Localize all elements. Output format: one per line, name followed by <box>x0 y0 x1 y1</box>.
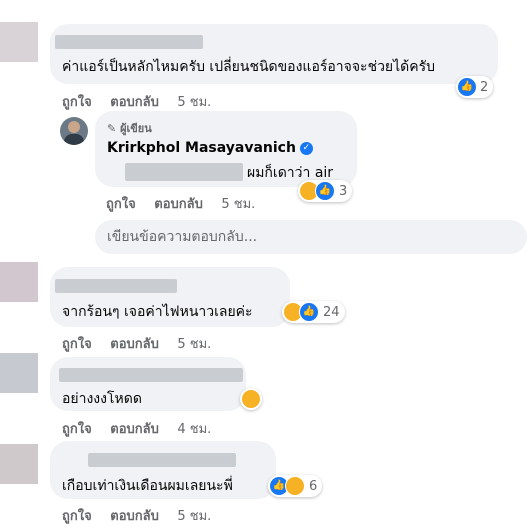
reply-button[interactable]: ตอบกลับ <box>110 95 159 110</box>
reaction-summary[interactable]: 👍 2 <box>456 76 494 98</box>
author-badge: ✎ ผู้เขียน <box>107 122 152 135</box>
commenter-name[interactable] <box>88 453 236 467</box>
reply-actions: ถูกใจ ตอบกลับ 5 ชม. <box>106 193 269 214</box>
reaction-summary[interactable]: 👍 24 <box>282 301 345 323</box>
mention-tag[interactable] <box>125 163 243 181</box>
timestamp[interactable]: 5 ชม. <box>177 337 211 352</box>
reply-button[interactable]: ตอบกลับ <box>154 197 203 212</box>
comment-text: เกือบเท่าเงินเดือนผมเลยนะพี่ <box>62 478 233 494</box>
commenter-name[interactable] <box>59 368 243 382</box>
commenter-name[interactable] <box>55 35 203 49</box>
author-name[interactable]: Krirkphol Masayavanich ✓ <box>107 140 313 156</box>
comment-actions: ถูกใจ ตอบกลับ 5 ชม. <box>62 333 225 354</box>
reply-button[interactable]: ตอบกลับ <box>110 509 159 524</box>
reply-input[interactable]: เขียนข้อความตอบกลับ... <box>95 220 527 254</box>
comment-text: ค่าแอร์เป็นหลักไหมครับ เปลี่ยนชนิดของแอร… <box>62 59 436 75</box>
timestamp[interactable]: 5 ชม. <box>177 509 211 524</box>
like-button[interactable]: ถูกใจ <box>62 95 92 110</box>
avatar[interactable] <box>0 22 38 62</box>
comment-actions: ถูกใจ ตอบกลับ 5 ชม. <box>62 505 225 526</box>
reaction-count: 24 <box>323 304 340 320</box>
reaction-count: 6 <box>309 478 318 494</box>
author-reply-bubble: ✎ ผู้เขียน Krirkphol Masayavanich ✓ ผมก็เ… <box>95 111 357 187</box>
sad-icon <box>285 476 305 496</box>
pencil-icon: ✎ <box>107 122 117 135</box>
timestamp[interactable]: 4 ชม. <box>177 422 211 437</box>
comment-bubble: อย่างงงโหดด <box>50 357 246 411</box>
like-button[interactable]: ถูกใจ <box>62 337 92 352</box>
like-button[interactable]: ถูกใจ <box>62 422 92 437</box>
commenter-name[interactable] <box>55 279 177 293</box>
avatar[interactable] <box>0 353 38 393</box>
like-icon: 👍 <box>299 302 319 322</box>
sad-icon <box>242 390 260 408</box>
comment-bubble: จากร้อนๆ เจอค่าไฟหนาวเลยค่ะ <box>50 267 290 327</box>
comment-text: อย่างงงโหดด <box>62 391 142 407</box>
timestamp[interactable]: 5 ชม. <box>221 197 255 212</box>
reaction-summary[interactable] <box>240 388 262 410</box>
comment-text: จากร้อนๆ เจอค่าไฟหนาวเลยค่ะ <box>62 304 253 320</box>
avatar[interactable] <box>0 262 38 302</box>
like-icon: 👍 <box>315 181 335 201</box>
reaction-summary[interactable]: 👍 6 <box>268 475 323 497</box>
comment-actions: ถูกใจ ตอบกลับ 4 ชม. <box>62 418 225 439</box>
like-icon: 👍 <box>458 78 476 96</box>
reply-button[interactable]: ตอบกลับ <box>110 422 159 437</box>
comment-actions: ถูกใจ ตอบกลับ 5 ชม. <box>62 91 225 112</box>
author-avatar[interactable] <box>60 117 88 145</box>
reaction-summary[interactable]: 👍 3 <box>298 180 353 202</box>
comment-bubble: เกือบเท่าเงินเดือนผมเลยนะพี่ <box>50 441 276 499</box>
comment-bubble: ค่าแอร์เป็นหลักไหมครับ เปลี่ยนชนิดของแอร… <box>50 24 498 84</box>
avatar[interactable] <box>0 444 38 484</box>
like-button[interactable]: ถูกใจ <box>106 197 136 212</box>
reaction-count: 3 <box>339 183 348 199</box>
verified-icon: ✓ <box>299 141 313 155</box>
like-button[interactable]: ถูกใจ <box>62 509 92 524</box>
timestamp[interactable]: 5 ชม. <box>177 95 211 110</box>
reply-button[interactable]: ตอบกลับ <box>110 337 159 352</box>
reaction-count: 2 <box>480 79 489 95</box>
